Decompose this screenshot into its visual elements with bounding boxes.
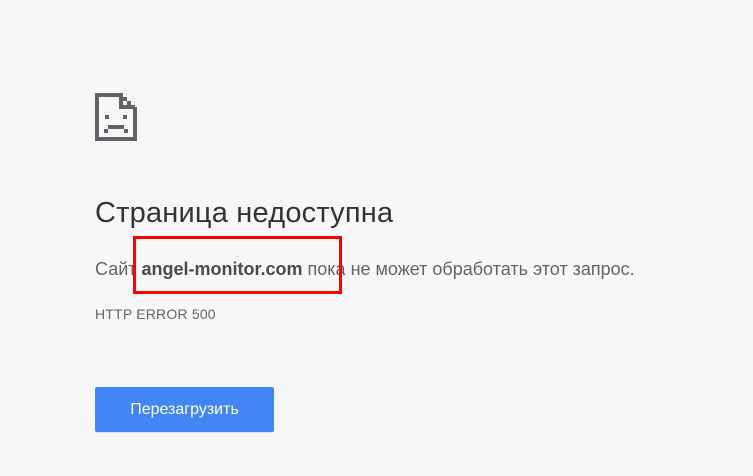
message-suffix: пока не может обработать этот запрос. — [302, 259, 635, 279]
error-page: Страница недоступна Сайт angel-monitor.c… — [0, 0, 753, 476]
page-title: Страница недоступна — [95, 197, 394, 229]
reload-button[interactable]: Перезагрузить — [95, 387, 274, 432]
sad-page-icon — [95, 93, 137, 141]
error-code: HTTP ERROR 500 — [95, 306, 216, 322]
highlight-box — [133, 236, 342, 294]
